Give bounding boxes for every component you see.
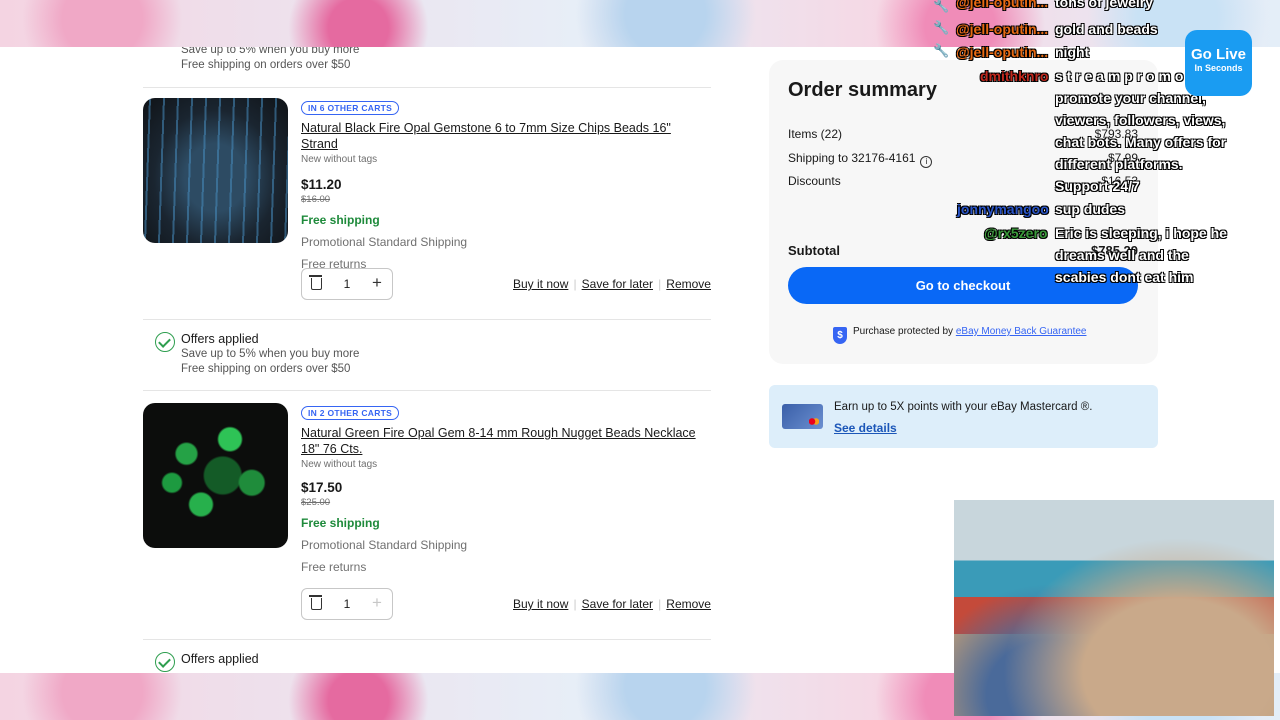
offer-line-1: Save up to 5% when you buy more — [181, 348, 360, 360]
offer-line-1: Save up to 5% when you buy more — [181, 47, 360, 56]
chat-message: chat bots. Many offers for — [1055, 134, 1227, 150]
remove-link[interactable]: Remove — [666, 597, 711, 611]
divider — [143, 319, 711, 320]
promo-text: Earn up to 5X points with your eBay Mast… — [834, 401, 1093, 413]
order-summary-title: Order summary — [788, 79, 937, 101]
item-image-black-opal[interactable] — [143, 98, 288, 243]
buy-it-now-link[interactable]: Buy it now — [513, 277, 568, 291]
item-actions: Buy it now | Save for later | Remove — [513, 597, 711, 611]
chat-message: dreams well and the — [1055, 247, 1189, 263]
chat-message: night — [1055, 44, 1090, 60]
credit-card-icon — [782, 404, 823, 429]
wrench-icon: 🔧 — [933, 20, 950, 35]
discounts-label: Discounts — [788, 174, 841, 188]
divider — [143, 639, 711, 640]
remove-link[interactable]: Remove — [666, 277, 711, 291]
item-title-link[interactable]: Natural Green Fire Opal Gem 8-14 mm Roug… — [301, 425, 711, 457]
shield-icon: $ — [833, 327, 847, 344]
divider — [143, 87, 711, 88]
separator: | — [573, 277, 577, 291]
chat-message: s t r e a m p r o m o t — [1055, 68, 1192, 84]
item-condition: New without tags — [301, 459, 378, 470]
purchase-protection: $ Purchase protected by eBay Money Back G… — [833, 326, 1086, 344]
trash-icon[interactable] — [309, 595, 322, 610]
go-live-badge: Go Live In Seconds — [1185, 30, 1252, 96]
wrench-icon: 🔧 — [933, 0, 950, 13]
shipping-method: Promotional Standard Shipping — [301, 538, 468, 552]
trash-icon[interactable] — [309, 275, 322, 290]
in-other-carts-badge: IN 6 OTHER CARTS — [301, 101, 400, 115]
mastercard-promo: Earn up to 5X points with your eBay Mast… — [769, 385, 1158, 448]
chat-username: @jell-oputin... — [956, 0, 1049, 10]
item-condition: New without tags — [301, 154, 378, 165]
chat-message: promote your channel, — [1055, 90, 1206, 106]
protected-text: Purchase protected by — [853, 326, 954, 337]
quantity-value[interactable]: 1 — [340, 597, 354, 611]
chat-message: Eric is sleeping, i hope he — [1055, 225, 1227, 241]
chat-message: sup dudes — [1055, 201, 1126, 217]
info-icon[interactable]: i — [920, 156, 933, 168]
cart-item-2: IN 2 OTHER CARTS Natural Green Fire Opal… — [301, 403, 711, 574]
chat-username: dmithknro — [980, 68, 1049, 84]
money-back-guarantee-link[interactable]: eBay Money Back Guarantee — [956, 326, 1087, 337]
offers-title: Offers applied — [181, 652, 259, 666]
chat-username: @jell-oputin... — [956, 21, 1049, 37]
wrench-icon: 🔧 — [933, 43, 950, 58]
chat-message: gold and beads — [1055, 21, 1158, 37]
plus-icon[interactable]: + — [372, 273, 382, 293]
go-live-subtitle: In Seconds — [1194, 63, 1243, 73]
cart-item-1: IN 6 OTHER CARTS Natural Black Fire Opal… — [301, 98, 711, 271]
chat-message: different platforms. — [1055, 156, 1183, 172]
free-shipping-label: Free shipping — [301, 516, 380, 530]
chat-message: Support 24/7 — [1055, 178, 1140, 194]
save-for-later-link[interactable]: Save for later — [582, 597, 653, 611]
chat-message: tons of jewelry — [1055, 0, 1154, 10]
item-title-link[interactable]: Natural Black Fire Opal Gemstone 6 to 7m… — [301, 120, 711, 152]
free-returns-label: Free returns — [301, 560, 367, 574]
shipping-row: Shipping to 32176-4161 i — [788, 151, 933, 168]
check-circle-icon — [155, 652, 175, 672]
save-for-later-link[interactable]: Save for later — [582, 277, 653, 291]
separator: | — [573, 597, 577, 611]
item-price: $11.20 — [301, 177, 342, 192]
shipping-method: Promotional Standard Shipping — [301, 235, 468, 249]
quantity-stepper[interactable]: 1 + — [301, 588, 393, 620]
separator: | — [658, 597, 662, 611]
webcam-feed — [954, 500, 1274, 716]
subtotal-label: Subtotal — [788, 243, 840, 258]
free-shipping-label: Free shipping — [301, 213, 380, 227]
see-details-link[interactable]: See details — [834, 421, 897, 435]
in-other-carts-badge: IN 2 OTHER CARTS — [301, 406, 400, 420]
quantity-value[interactable]: 1 — [340, 277, 354, 291]
chat-username: @rx5zero — [984, 225, 1048, 241]
offer-line-2: Free shipping on orders over $50 — [181, 363, 351, 375]
offer-line-2: Free shipping on orders over $50 — [181, 59, 351, 71]
go-live-title: Go Live — [1190, 46, 1246, 63]
chat-username: @jell-oputin... — [956, 44, 1049, 60]
plus-icon[interactable]: + — [372, 593, 382, 613]
check-circle-icon — [155, 332, 175, 352]
item-actions: Buy it now | Save for later | Remove — [513, 277, 711, 291]
quantity-stepper[interactable]: 1 + — [301, 268, 393, 300]
chat-message: viewers, followers, views, — [1055, 112, 1226, 128]
shipping-label: Shipping to 32176-4161 — [788, 151, 916, 165]
offers-title: Offers applied — [181, 332, 259, 346]
chat-message: scabies dont eat him — [1055, 269, 1194, 285]
chat-username: jonnymangoo — [957, 201, 1049, 217]
item-price: $17.50 — [301, 480, 343, 495]
item-original-price: $25.00 — [301, 497, 331, 508]
items-label: Items (22) — [788, 127, 843, 141]
item-original-price: $16.00 — [301, 194, 331, 205]
item-image-green-opal[interactable] — [143, 403, 288, 548]
buy-it-now-link[interactable]: Buy it now — [513, 597, 568, 611]
separator: | — [658, 277, 662, 291]
divider — [143, 390, 711, 391]
